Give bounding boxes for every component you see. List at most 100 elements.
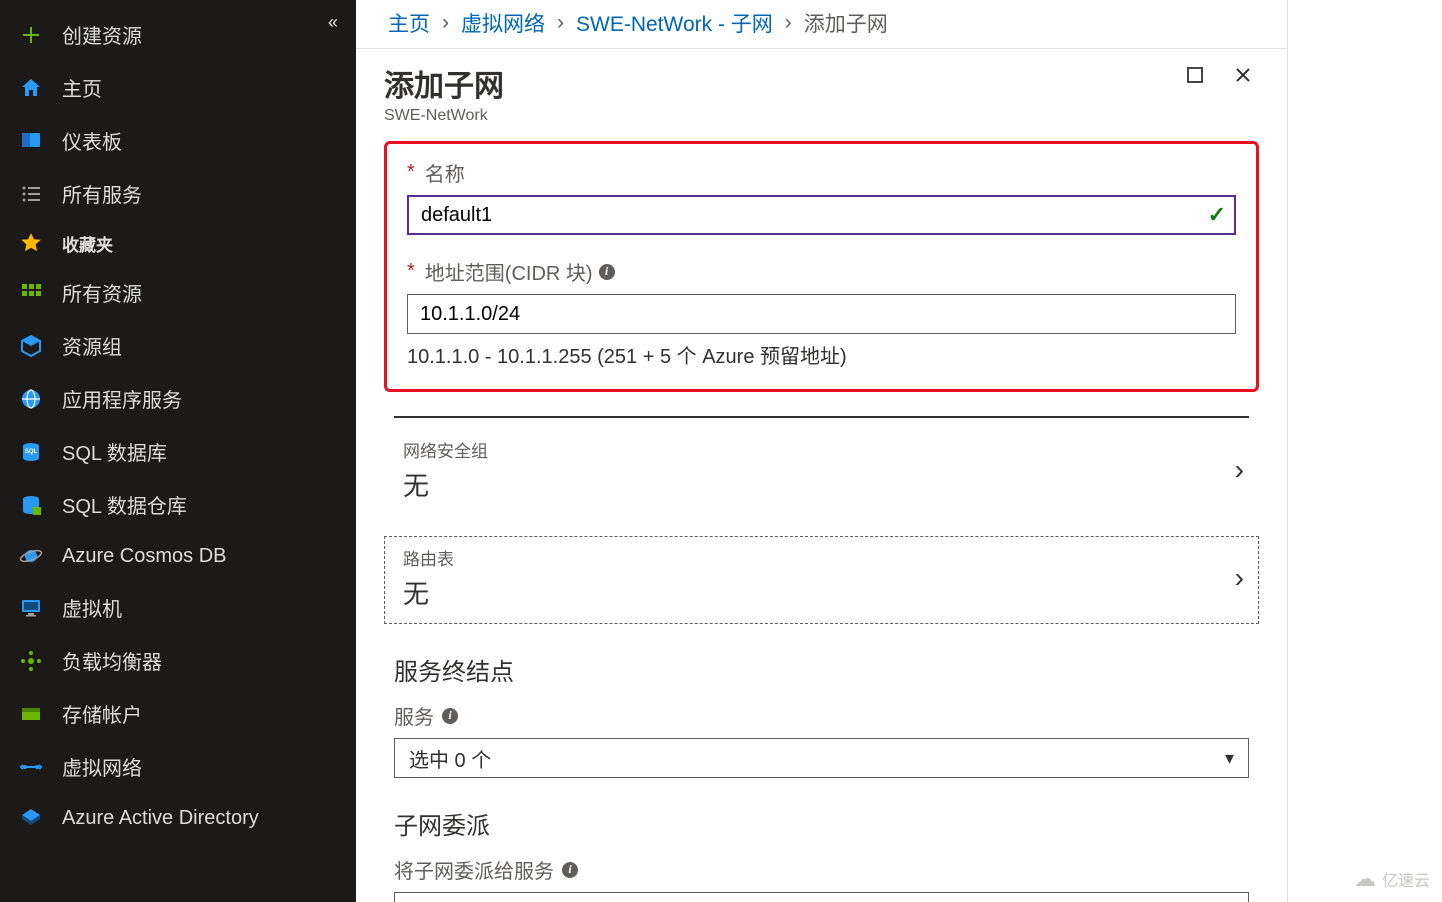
info-icon[interactable]: i — [599, 264, 615, 280]
content-panel: 主页 › 虚拟网络 › SWE-NetWork - 子网 › 添加子网 添加子网… — [356, 0, 1288, 902]
sidebar-item-label: SQL 数据库 — [62, 437, 167, 466]
dropdown-value: 选中 0 个 — [409, 744, 491, 773]
sidebar-item-vm[interactable]: 虚拟机 — [0, 581, 356, 634]
watermark: ☁ 亿速云 — [1354, 866, 1430, 892]
home-icon — [18, 75, 44, 101]
label-delegation: 将子网委派给服务 i — [394, 855, 1249, 884]
chevron-right-icon: › — [785, 11, 792, 35]
subnet-cidr-input[interactable] — [407, 294, 1236, 334]
cube-icon — [18, 333, 44, 359]
aad-icon — [18, 805, 44, 831]
sidebar-favorites-header: 收藏夹 — [0, 220, 356, 266]
sidebar-item-load-balancer[interactable]: 负载均衡器 — [0, 634, 356, 687]
sidebar-item-label: SQL 数据仓库 — [62, 490, 187, 519]
sidebar-item-app-services[interactable]: 应用程序服务 — [0, 372, 356, 425]
vnet-icon — [18, 754, 44, 780]
panel-body: * 名称 ✓ * 地址范围(CIDR 块) i — [356, 129, 1287, 902]
dashboard-icon — [18, 128, 44, 154]
close-icon[interactable] — [1233, 65, 1253, 85]
sidebar-item-sql-dw[interactable]: SQL 数据仓库 — [0, 478, 356, 531]
section-title-delegation: 子网委派 — [394, 806, 1249, 841]
collapse-sidebar-icon[interactable]: « — [328, 12, 338, 33]
field-cidr: * 地址范围(CIDR 块) i 10.1.1.0 - 10.1.1.255 (… — [407, 257, 1236, 369]
sidebar-item-label: 负载均衡器 — [62, 646, 162, 675]
cosmos-db-icon — [18, 543, 44, 569]
load-balancer-icon — [18, 648, 44, 674]
cidr-hint-text: 10.1.1.0 - 10.1.1.255 (251 + 5 个 Azure 预… — [407, 340, 1236, 369]
label-text: 地址范围(CIDR 块) — [425, 257, 593, 286]
sidebar-item-home[interactable]: 主页 — [0, 61, 356, 114]
sidebar-item-label: 虚拟网络 — [62, 752, 142, 781]
services-dropdown[interactable]: 选中 0 个 ▾ — [394, 738, 1249, 778]
dropdown-value: 无 — [409, 898, 429, 902]
grid-icon — [18, 280, 44, 306]
field-label-cidr: * 地址范围(CIDR 块) i — [407, 257, 1236, 286]
breadcrumb-link-home[interactable]: 主页 — [388, 8, 430, 38]
section-divider — [394, 416, 1249, 418]
sidebar-item-label: Azure Active Directory — [62, 807, 259, 830]
main: 主页 › 虚拟网络 › SWE-NetWork - 子网 › 添加子网 添加子网… — [356, 0, 1442, 902]
globe-icon — [18, 386, 44, 412]
sidebar-item-label: 主页 — [62, 73, 102, 102]
sidebar-item-label: 应用程序服务 — [62, 384, 182, 413]
picker-label: 路由表 — [403, 545, 454, 570]
sidebar: « 创建资源 主页 仪表板 所有服务 — [0, 0, 356, 902]
route-table-picker[interactable]: 路由表 无 › — [384, 536, 1259, 624]
field-label-name: * 名称 — [407, 158, 1236, 187]
sidebar-item-vnet[interactable]: 虚拟网络 — [0, 740, 356, 793]
picker-value: 无 — [403, 466, 488, 503]
chevron-right-icon: › — [557, 11, 564, 35]
storage-icon — [18, 701, 44, 727]
sidebar-item-aad[interactable]: Azure Active Directory — [0, 793, 356, 843]
required-mark: * — [407, 161, 415, 184]
field-name: * 名称 ✓ — [407, 158, 1236, 235]
sidebar-item-cosmos-db[interactable]: Azure Cosmos DB — [0, 531, 356, 581]
sidebar-item-sql-db[interactable]: SQL SQL 数据库 — [0, 425, 356, 478]
sidebar-item-all-resources[interactable]: 所有资源 — [0, 266, 356, 319]
sidebar-item-storage[interactable]: 存储帐户 — [0, 687, 356, 740]
section-title-service-endpoints: 服务终结点 — [394, 652, 1249, 687]
chevron-right-icon: › — [442, 11, 449, 35]
subnet-name-input[interactable] — [407, 195, 1236, 235]
panel-subtitle: SWE-NetWork — [384, 107, 504, 125]
watermark-text: 亿速云 — [1382, 867, 1430, 891]
picker-label: 网络安全组 — [403, 437, 488, 462]
label-text: 服务 — [394, 701, 434, 730]
sidebar-favorites-label: 收藏夹 — [62, 231, 113, 256]
label-services: 服务 i — [394, 701, 1249, 730]
chevron-down-icon: ▾ — [1225, 748, 1234, 769]
sidebar-item-create-resource[interactable]: 创建资源 — [0, 8, 356, 61]
breadcrumb-link-subnet[interactable]: SWE-NetWork - 子网 — [576, 8, 773, 38]
info-icon[interactable]: i — [442, 708, 458, 724]
chevron-right-icon: › — [1235, 562, 1244, 594]
picker-value: 无 — [403, 574, 454, 611]
breadcrumb-link-vnets[interactable]: 虚拟网络 — [461, 8, 545, 38]
sidebar-item-all-services[interactable]: 所有服务 — [0, 167, 356, 220]
sidebar-item-label: 所有资源 — [62, 278, 142, 307]
required-mark: * — [407, 260, 415, 283]
sidebar-item-label: 创建资源 — [62, 20, 142, 49]
nsg-picker[interactable]: 网络安全组 无 › — [384, 428, 1259, 516]
sidebar-item-resource-groups[interactable]: 资源组 — [0, 319, 356, 372]
right-gutter: ☁ 亿速云 — [1288, 0, 1442, 902]
sidebar-item-label: Azure Cosmos DB — [62, 545, 227, 568]
sidebar-item-dashboard[interactable]: 仪表板 — [0, 114, 356, 167]
list-icon — [18, 181, 44, 207]
chevron-right-icon: › — [1235, 454, 1244, 486]
star-icon — [18, 230, 44, 256]
sql-dw-icon — [18, 492, 44, 518]
sidebar-item-label: 资源组 — [62, 331, 122, 360]
delegation-dropdown[interactable]: 无 ▾ — [394, 892, 1249, 902]
sql-db-icon: SQL — [18, 439, 44, 465]
monitor-icon — [18, 595, 44, 621]
watermark-icon: ☁ — [1354, 866, 1376, 892]
breadcrumb-current: 添加子网 — [804, 8, 888, 38]
label-text: 将子网委派给服务 — [394, 855, 554, 884]
sidebar-item-label: 所有服务 — [62, 179, 142, 208]
sidebar-item-label: 存储帐户 — [62, 699, 142, 728]
restore-window-icon[interactable] — [1185, 65, 1205, 85]
sidebar-item-label: 仪表板 — [62, 126, 122, 155]
panel-header: 添加子网 SWE-NetWork — [356, 49, 1287, 129]
highlight-box: * 名称 ✓ * 地址范围(CIDR 块) i — [384, 141, 1259, 392]
info-icon[interactable]: i — [562, 862, 578, 878]
